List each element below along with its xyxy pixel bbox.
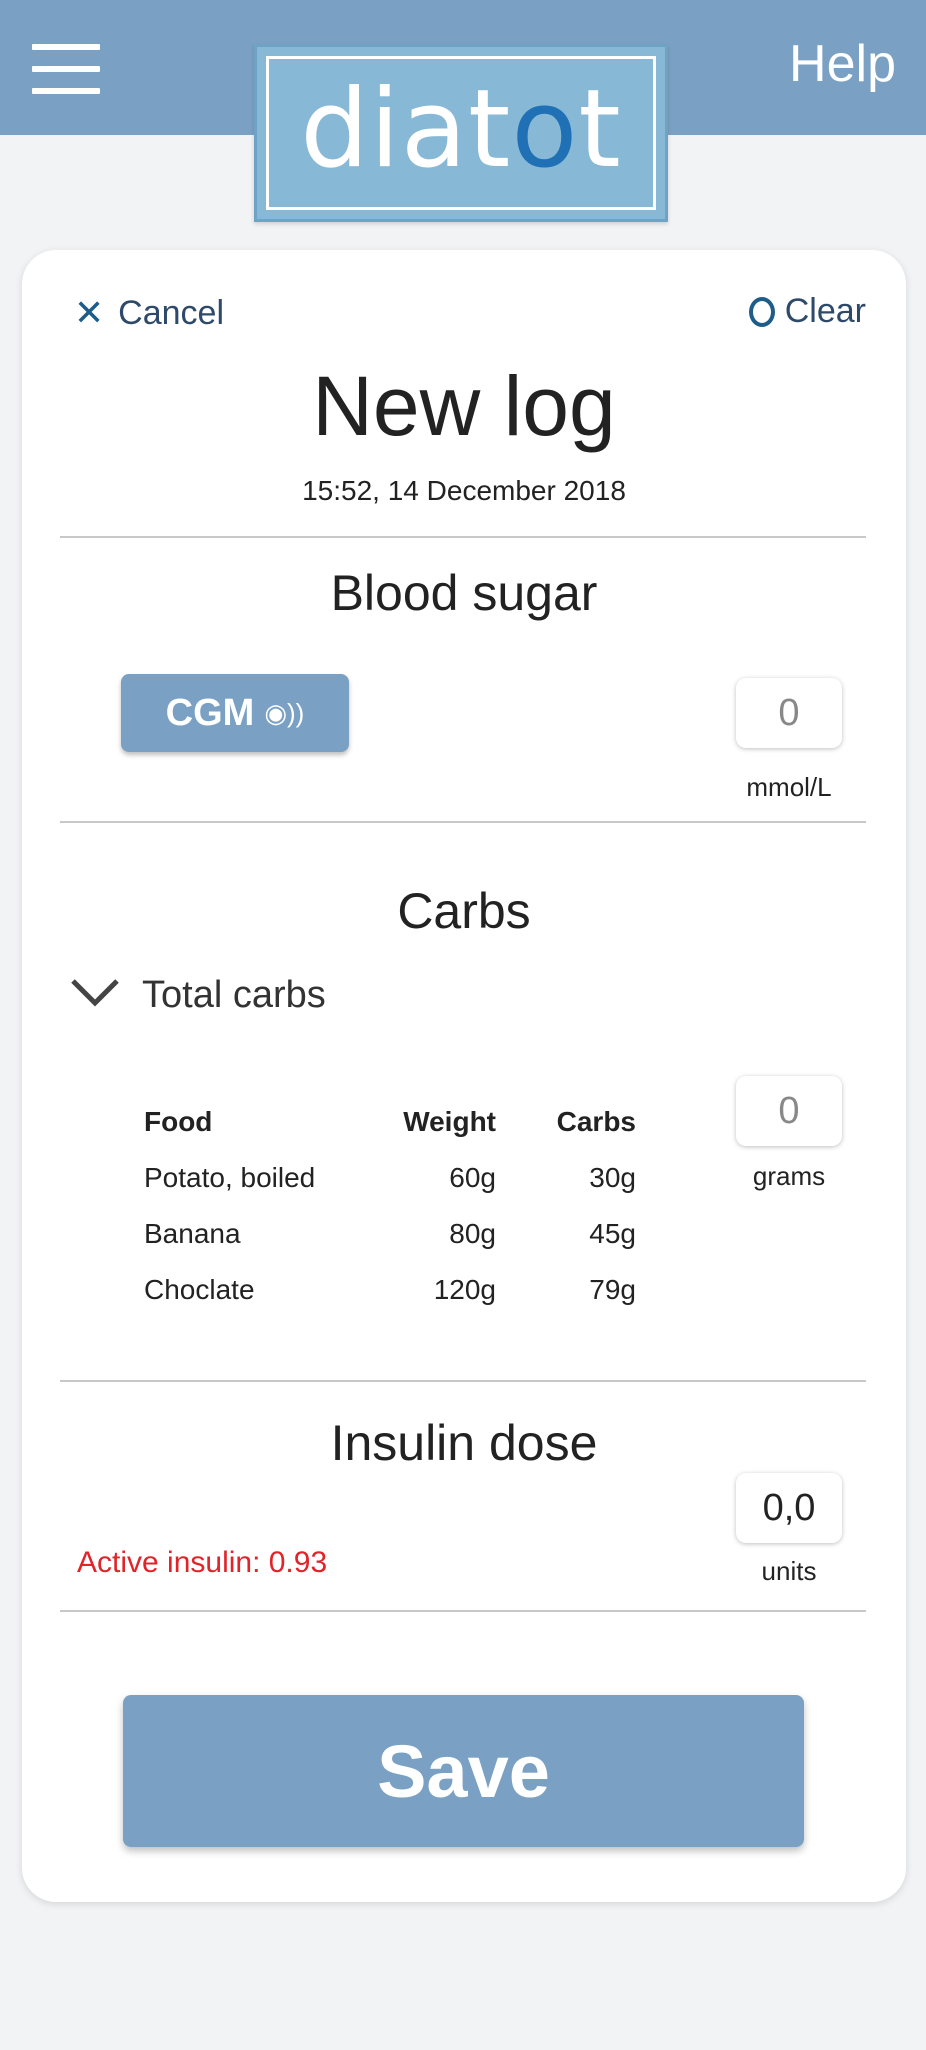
cancel-button[interactable]: ✕ Cancel — [74, 292, 224, 334]
page-title: New log — [312, 359, 616, 453]
blood-sugar-title: Blood sugar — [330, 565, 598, 621]
column-header-carbs: Carbs — [556, 1106, 636, 1137]
food-weight: 120g — [433, 1274, 496, 1305]
food-carbs: 79g — [589, 1274, 636, 1305]
insulin-dose-input[interactable]: 0,0 — [736, 1473, 842, 1543]
column-header-food: Food — [144, 1106, 213, 1137]
menu-line — [32, 88, 100, 94]
logo-text: diatot — [300, 67, 622, 192]
insulin-dose-title: Insulin dose — [330, 1415, 598, 1471]
help-link[interactable]: Help — [789, 34, 896, 94]
divider — [60, 1610, 866, 1612]
food-table: Food Weight Carbs Potato, boiled 60g 30g… — [144, 1094, 636, 1318]
food-carbs: 30g — [589, 1162, 636, 1193]
hamburger-icon[interactable] — [32, 44, 100, 94]
divider — [60, 1380, 866, 1382]
table-row[interactable]: Banana 80g 45g — [144, 1206, 636, 1262]
food-name: Choclate — [144, 1274, 255, 1305]
carbs-title: Carbs — [397, 883, 531, 939]
food-name: Banana — [144, 1218, 241, 1249]
new-log-card: ✕ Cancel Clear New log 15:52, 14 Decembe… — [22, 250, 906, 1902]
insulin-dose-unit: units — [761, 1556, 817, 1586]
cgm-button[interactable]: CGM ◉)) — [121, 674, 349, 752]
table-row[interactable]: Choclate 120g 79g — [144, 1262, 636, 1318]
logo-text-part: diat — [300, 66, 512, 192]
divider — [60, 536, 866, 538]
food-weight: 80g — [449, 1218, 496, 1249]
logo-frame: diatot — [266, 56, 656, 210]
logo-text-part: t — [578, 66, 622, 192]
chevron-down-icon[interactable] — [70, 978, 120, 1008]
menu-line — [32, 44, 100, 50]
cgm-label: CGM — [165, 691, 255, 734]
table-header-row: Food Weight Carbs — [144, 1094, 636, 1150]
logo-text-accent: o — [511, 66, 579, 192]
active-insulin-text: Active insulin: 0.93 — [77, 1546, 328, 1579]
menu-line — [32, 66, 100, 72]
food-weight: 60g — [449, 1162, 496, 1193]
carbs-unit: grams — [752, 1161, 826, 1191]
clear-label: Clear — [784, 292, 866, 330]
carbs-input[interactable]: 0 — [736, 1076, 842, 1146]
total-carbs-toggle[interactable]: Total carbs — [142, 974, 326, 1017]
food-carbs: 45g — [589, 1218, 636, 1249]
food-name: Potato, boiled — [144, 1162, 316, 1193]
cancel-label: Cancel — [118, 293, 225, 332]
close-icon: ✕ — [74, 292, 105, 333]
column-header-weight: Weight — [403, 1106, 496, 1137]
divider — [60, 821, 866, 823]
blood-sugar-input[interactable]: 0 — [736, 678, 842, 748]
blood-sugar-unit: mmol/L — [746, 772, 832, 802]
clear-button[interactable]: Clear — [748, 292, 866, 331]
circle-icon — [748, 296, 775, 327]
app-logo: diatot — [254, 44, 668, 222]
save-button[interactable]: Save — [123, 1695, 804, 1847]
table-row[interactable]: Potato, boiled 60g 30g — [144, 1150, 636, 1206]
nfc-icon: ◉)) — [264, 697, 305, 728]
log-datetime[interactable]: 15:52, 14 December 2018 — [22, 475, 906, 507]
